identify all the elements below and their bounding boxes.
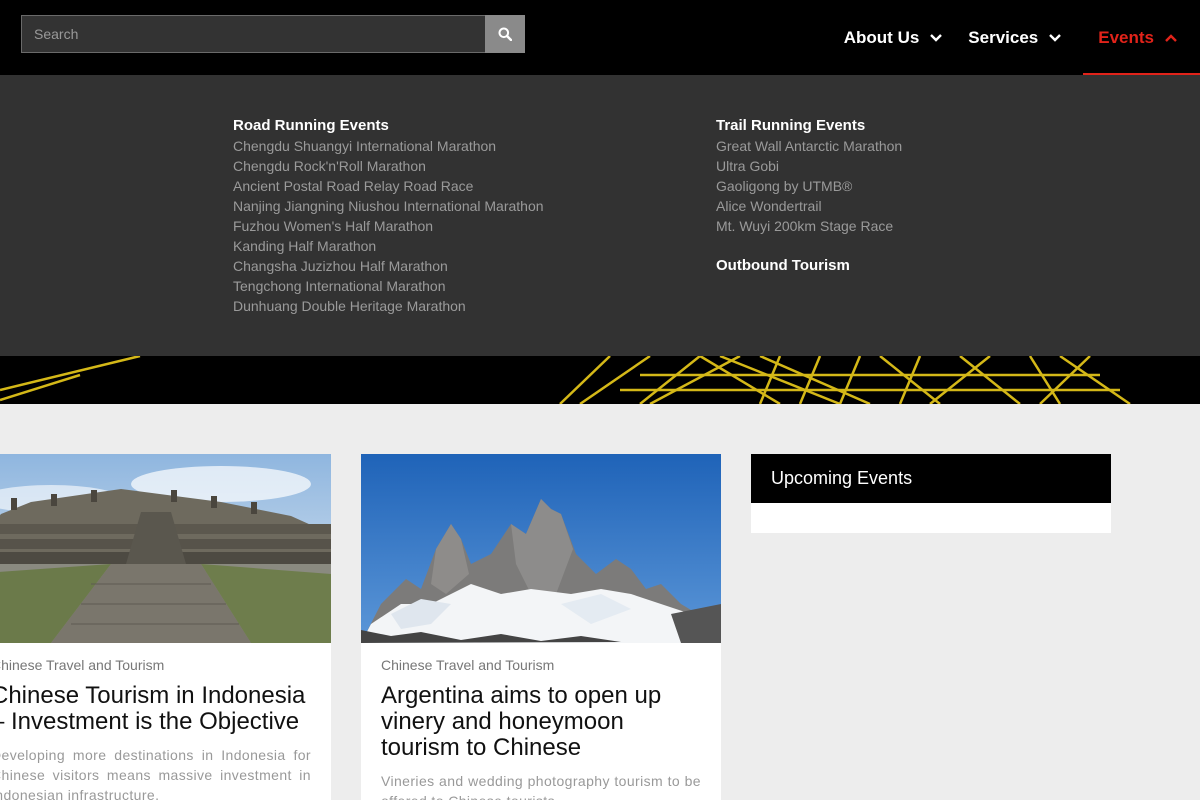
chevron-down-icon bbox=[1049, 33, 1062, 42]
card-excerpt: Developing more destinations in Indonesi… bbox=[0, 747, 311, 800]
menu-link[interactable]: Chengdu Rock'n'Roll Marathon bbox=[233, 156, 544, 176]
trail-running-heading[interactable]: Trail Running Events bbox=[716, 117, 902, 135]
menu-link[interactable]: Tengchong International Marathon bbox=[233, 276, 544, 296]
menu-link[interactable]: Nanjing Jiangning Niushou International … bbox=[233, 196, 544, 216]
road-running-heading[interactable]: Road Running Events bbox=[233, 117, 544, 135]
nav-about-us[interactable]: About Us bbox=[830, 0, 965, 75]
nav-events-label: Events bbox=[1098, 27, 1154, 47]
menu-column-road-running: Road Running Events Chengdu Shuangyi Int… bbox=[233, 117, 544, 316]
search-button[interactable] bbox=[485, 15, 525, 53]
menu-link[interactable]: Kanding Half Marathon bbox=[233, 236, 544, 256]
events-mega-menu: ge Road Running Events Chengdu Shuangyi … bbox=[0, 75, 1200, 356]
widget-title: Upcoming Events bbox=[751, 454, 1111, 503]
menu-link[interactable]: Ultra Gobi bbox=[716, 156, 902, 176]
trail-running-list: Great Wall Antarctic Marathon Ultra Gobi… bbox=[716, 136, 902, 236]
search-input[interactable] bbox=[21, 15, 485, 53]
menu-link[interactable]: Alice Wondertrail bbox=[716, 196, 902, 216]
card-category[interactable]: Chinese Travel and Tourism bbox=[381, 657, 701, 673]
menu-link[interactable]: Chengdu Shuangyi International Marathon bbox=[233, 136, 544, 156]
menu-link[interactable]: Ancient Postal Road Relay Road Race bbox=[233, 176, 544, 196]
upcoming-events-widget: Upcoming Events bbox=[751, 454, 1111, 533]
menu-column-trail-running: Trail Running Events Great Wall Antarcti… bbox=[716, 117, 902, 276]
card-body: Chinese Travel and Tourism Chinese Touri… bbox=[0, 643, 331, 800]
search-icon bbox=[498, 27, 512, 41]
chevron-down-icon bbox=[930, 33, 943, 42]
mountain-photo[interactable] bbox=[361, 454, 721, 643]
article-card[interactable]: Chinese Travel and Tourism Argentina aim… bbox=[361, 454, 721, 800]
nav-services-label: Services bbox=[968, 27, 1039, 47]
menu-link[interactable]: Gaoligong by UTMB® bbox=[716, 176, 902, 196]
main-nav: About Us Services Events bbox=[830, 0, 1200, 75]
article-card[interactable]: Chinese Travel and Tourism Chinese Touri… bbox=[0, 454, 331, 800]
nav-about-us-label: About Us bbox=[843, 27, 920, 47]
card-title[interactable]: Chinese Tourism in Indonesia – Investmen… bbox=[0, 683, 311, 735]
card-category[interactable]: Chinese Travel and Tourism bbox=[0, 657, 311, 673]
widget-body bbox=[751, 503, 1111, 533]
card-excerpt: Vineries and wedding photography tourism… bbox=[381, 773, 701, 800]
search-bar bbox=[21, 15, 525, 53]
menu-link[interactable]: Changsha Juzizhou Half Marathon bbox=[233, 256, 544, 276]
chevron-up-icon bbox=[1165, 33, 1177, 42]
temple-photo[interactable] bbox=[0, 454, 331, 643]
nav-events[interactable]: Events bbox=[1083, 0, 1200, 75]
card-title[interactable]: Argentina aims to open up vinery and hon… bbox=[381, 683, 701, 761]
outbound-tourism-heading[interactable]: Outbound Tourism bbox=[716, 257, 902, 275]
road-running-list: Chengdu Shuangyi International Marathon … bbox=[233, 136, 544, 316]
card-body: Chinese Travel and Tourism Argentina aim… bbox=[361, 643, 721, 800]
site-header: About Us Services Events bbox=[0, 0, 1200, 75]
menu-link[interactable]: Great Wall Antarctic Marathon bbox=[716, 136, 902, 156]
nav-services[interactable]: Services bbox=[964, 0, 1083, 75]
menu-link[interactable]: Fuzhou Women's Half Marathon bbox=[233, 216, 544, 236]
menu-link[interactable]: Dunhuang Double Heritage Marathon bbox=[233, 296, 544, 316]
menu-link[interactable]: Mt. Wuyi 200km Stage Race bbox=[716, 216, 902, 236]
